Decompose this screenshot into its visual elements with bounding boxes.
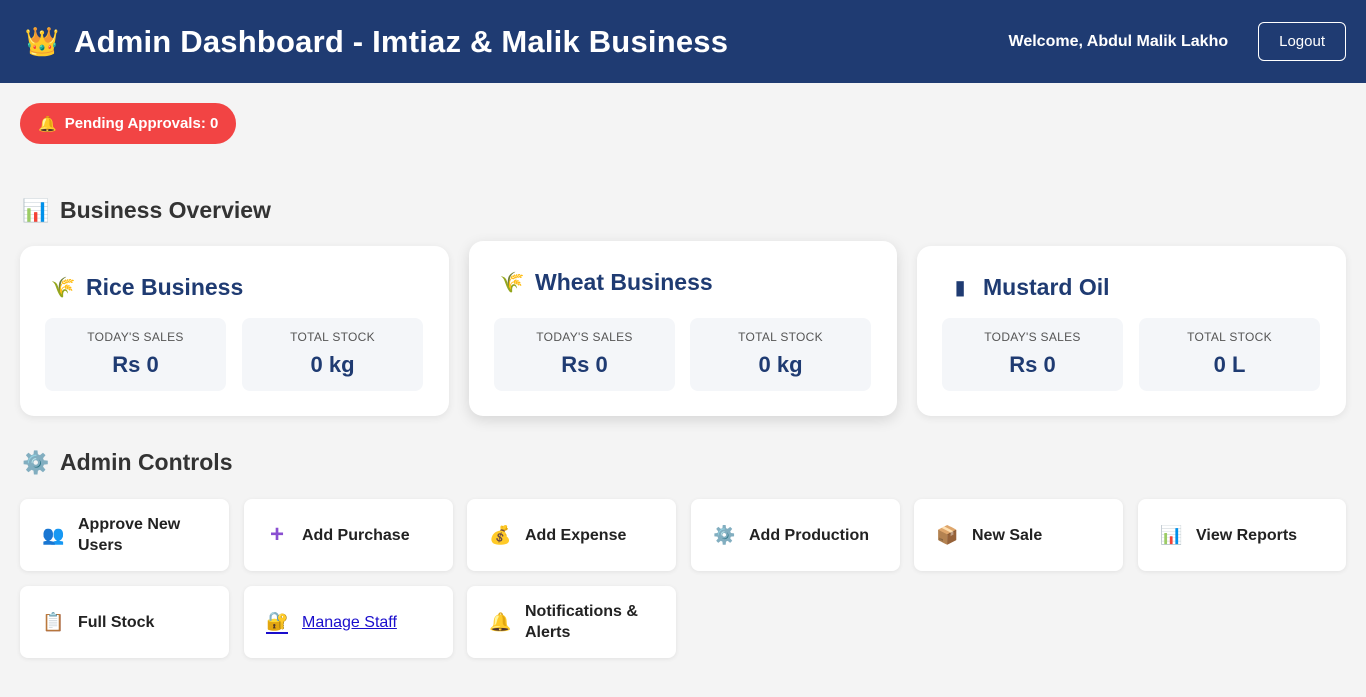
- add-production-button[interactable]: ⚙️ Add Production: [691, 499, 900, 571]
- money-bag-icon: 💰: [489, 524, 512, 545]
- control-label: Notifications & Alerts: [525, 603, 638, 641]
- control-label[interactable]: Manage Staff: [302, 612, 397, 633]
- total-stock-stat: TOTAL STOCK 0 kg: [242, 318, 423, 391]
- plus-icon: +: [269, 521, 284, 548]
- full-stock-button[interactable]: 📋 Full Stock: [20, 586, 229, 658]
- pending-approvals-label: Pending Approvals: 0: [64, 115, 219, 132]
- stat-value: 0 L: [1213, 352, 1246, 377]
- control-label: Add Expense: [525, 526, 627, 544]
- todays-sales-stat: TODAY'S SALES Rs 0: [942, 318, 1123, 391]
- add-purchase-button[interactable]: + Add Purchase: [244, 499, 453, 571]
- bar-chart-icon: 📊: [22, 197, 50, 223]
- gear-icon: ⚙️: [22, 449, 50, 475]
- top-header: 👑 Admin Dashboard - Imtiaz & Malik Busin…: [0, 0, 1366, 83]
- total-stock-stat: TOTAL STOCK 0 L: [1139, 318, 1320, 391]
- card-title: Rice Business: [86, 274, 244, 300]
- crown-icon: 👑: [24, 26, 60, 57]
- todays-sales-stat: TODAY'S SALES Rs 0: [45, 318, 226, 391]
- oil-can-icon: ▮: [954, 277, 966, 299]
- clipboard-icon: 📋: [42, 611, 65, 632]
- stat-value: Rs 0: [112, 352, 159, 377]
- view-reports-button[interactable]: 📊 View Reports: [1138, 499, 1346, 571]
- wheat-icon: 🌾: [499, 272, 525, 294]
- manage-staff-link[interactable]: 🔐 Manage Staff: [244, 586, 453, 658]
- mustard-oil-card: ▮ Mustard Oil TODAY'S SALES Rs 0 TOTAL S…: [917, 246, 1346, 416]
- control-label: Approve New Users: [78, 516, 181, 554]
- control-label: New Sale: [972, 526, 1043, 544]
- pending-approvals-badge[interactable]: 🔔 Pending Approvals: 0: [20, 103, 237, 144]
- total-stock-stat: TOTAL STOCK 0 kg: [690, 318, 871, 391]
- brand: 👑 Admin Dashboard - Imtiaz & Malik Busin…: [24, 24, 728, 60]
- lock-key-icon: 🔐: [266, 611, 288, 634]
- stat-label: TOTAL STOCK: [738, 330, 823, 344]
- notifications-alerts-button[interactable]: 🔔 Notifications & Alerts: [467, 586, 676, 658]
- package-icon: 📦: [936, 524, 959, 545]
- card-title: Wheat Business: [535, 269, 713, 295]
- new-sale-button[interactable]: 📦 New Sale: [914, 499, 1123, 571]
- bar-chart-icon: 📊: [1160, 524, 1183, 545]
- control-label: View Reports: [1196, 526, 1298, 544]
- logout-button[interactable]: Logout: [1258, 22, 1346, 61]
- bell-icon: 🔔: [38, 115, 57, 133]
- wheat-icon: 🌾: [50, 277, 76, 299]
- business-overview-title: Business Overview: [60, 197, 271, 223]
- control-label: Full Stock: [78, 613, 155, 631]
- approve-new-users-button[interactable]: 👥 Approve New Users: [20, 499, 229, 571]
- card-header: ▮ Mustard Oil: [947, 274, 1110, 301]
- card-header: 🌾 Rice Business: [50, 274, 244, 301]
- page-title: Admin Dashboard - Imtiaz & Malik Busines…: [74, 23, 729, 59]
- stat-label: TODAY'S SALES: [984, 330, 1081, 344]
- stat-label: TODAY'S SALES: [87, 330, 184, 344]
- stat-label: TODAY'S SALES: [536, 330, 633, 344]
- control-label: Add Purchase: [302, 526, 410, 544]
- bell-icon: 🔔: [489, 611, 512, 632]
- add-expense-button[interactable]: 💰 Add Expense: [467, 499, 676, 571]
- rice-business-card: 🌾 Rice Business TODAY'S SALES Rs 0 TOTAL…: [20, 246, 449, 416]
- card-header: 🌾 Wheat Business: [499, 269, 713, 296]
- gear-icon: ⚙️: [713, 524, 736, 545]
- stat-value: Rs 0: [561, 352, 608, 377]
- stat-value: 0 kg: [758, 352, 803, 377]
- todays-sales-stat: TODAY'S SALES Rs 0: [494, 318, 675, 391]
- welcome-text: Welcome, Abdul Malik Lakho: [1008, 32, 1229, 50]
- business-overview-heading: 📊 Business Overview: [22, 197, 271, 224]
- card-title: Mustard Oil: [983, 274, 1110, 300]
- stat-value: Rs 0: [1009, 352, 1056, 377]
- stat-label: TOTAL STOCK: [1187, 330, 1272, 344]
- wheat-business-card: 🌾 Wheat Business TODAY'S SALES Rs 0 TOTA…: [469, 241, 897, 416]
- header-user-area: Welcome, Abdul Malik Lakho Logout: [1009, 22, 1346, 61]
- admin-controls-heading: ⚙️ Admin Controls: [22, 449, 233, 476]
- stat-label: TOTAL STOCK: [290, 330, 375, 344]
- users-icon: 👥: [42, 524, 65, 545]
- admin-controls-title: Admin Controls: [60, 449, 233, 475]
- stat-value: 0 kg: [310, 352, 355, 377]
- control-label: Add Production: [749, 526, 869, 544]
